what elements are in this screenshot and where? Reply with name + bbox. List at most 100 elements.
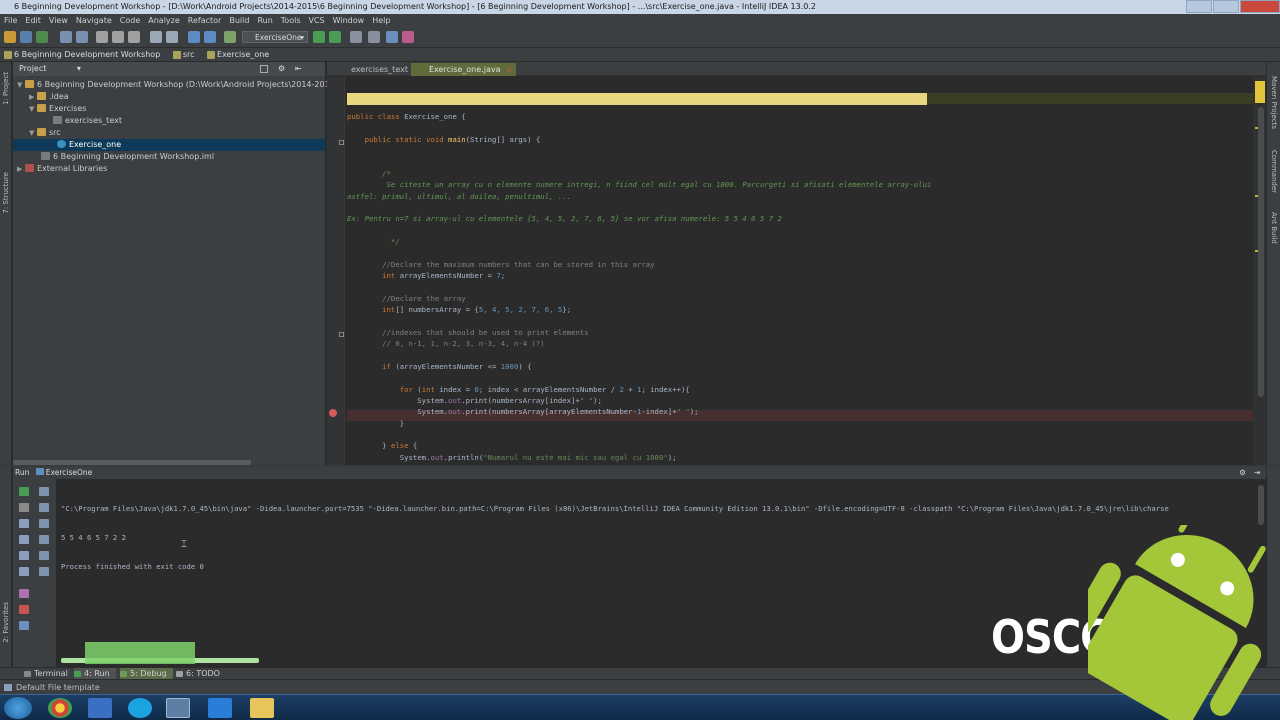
tree-item-iml[interactable]: 6 Beginning Development Workshop.iml xyxy=(13,151,325,163)
hide-panel-icon[interactable]: ⇥ xyxy=(1254,467,1260,479)
tab-exercise-one[interactable]: Exercise_one.java × xyxy=(411,63,517,76)
close-icon[interactable]: × xyxy=(506,63,513,76)
tool-commander[interactable]: Commander xyxy=(1270,150,1278,193)
exit-icon[interactable] xyxy=(19,551,29,560)
gear-icon[interactable]: ⚙ xyxy=(1239,467,1246,479)
project-structure-icon[interactable] xyxy=(368,31,380,43)
rerun-icon[interactable] xyxy=(19,487,29,496)
scroll-down-icon[interactable] xyxy=(39,503,49,512)
code-token: ) { xyxy=(518,362,532,371)
editor-gutter[interactable] xyxy=(327,77,345,465)
dump-threads-icon[interactable] xyxy=(19,535,29,544)
breadcrumb-file[interactable]: Exercise_one xyxy=(203,48,275,62)
code-token: ); xyxy=(689,407,699,416)
tree-item-src[interactable]: ▼ src xyxy=(13,127,325,139)
replace-icon[interactable] xyxy=(166,31,178,43)
menu-vcs[interactable]: VCS xyxy=(309,14,325,27)
save-icon[interactable] xyxy=(20,31,32,43)
menu-file[interactable]: File xyxy=(4,14,17,27)
help-icon[interactable] xyxy=(386,31,398,43)
expand-arrow-icon[interactable]: ▼ xyxy=(29,103,37,115)
tree-item-exercises[interactable]: ▼ Exercises xyxy=(13,103,325,115)
breakpoint-icon[interactable] xyxy=(329,409,337,417)
pin-icon[interactable] xyxy=(19,589,29,598)
maximize-button[interactable] xyxy=(1213,0,1239,13)
copy-icon[interactable] xyxy=(112,31,124,43)
run-icon[interactable] xyxy=(313,31,325,43)
open-folder-icon[interactable] xyxy=(4,31,16,43)
soft-wrap-icon[interactable] xyxy=(39,519,49,528)
back-icon[interactable] xyxy=(188,31,200,43)
app-icon[interactable] xyxy=(88,698,112,718)
tool-project[interactable]: 1: Project xyxy=(2,72,10,105)
menu-run[interactable]: Run xyxy=(257,14,272,27)
tree-item-exercise-one[interactable]: Exercise_one xyxy=(13,139,325,151)
chevron-down-icon[interactable]: ▾ xyxy=(77,64,81,73)
console-vertical-scrollbar[interactable] xyxy=(1258,485,1264,525)
breadcrumb-src[interactable]: src xyxy=(169,48,201,62)
collapse-all-icon[interactable] xyxy=(260,65,268,73)
tool-favorites[interactable]: 2: Favorites xyxy=(2,602,10,643)
explorer-folder-icon[interactable] xyxy=(250,698,274,718)
menu-build[interactable]: Build xyxy=(229,14,249,27)
code-area[interactable]: public class Exercise_one { public stati… xyxy=(347,77,1253,465)
tree-item-project-root[interactable]: ▼ 6 Beginning Development Workshop (D:\Wo… xyxy=(13,79,373,91)
stop-icon[interactable] xyxy=(19,503,29,512)
find-icon[interactable] xyxy=(150,31,162,43)
menu-edit[interactable]: Edit xyxy=(25,14,41,27)
help-icon[interactable] xyxy=(19,621,29,630)
fold-icon[interactable] xyxy=(339,332,344,337)
start-button-icon[interactable] xyxy=(4,697,32,719)
editor-vertical-scrollbar[interactable] xyxy=(1253,77,1266,465)
plugin-icon[interactable] xyxy=(402,31,414,43)
debug-icon[interactable] xyxy=(329,31,341,43)
clear-all-icon[interactable] xyxy=(39,567,49,576)
make-project-icon[interactable] xyxy=(224,31,236,43)
menu-analyze[interactable]: Analyze xyxy=(148,14,180,27)
menu-refactor[interactable]: Refactor xyxy=(188,14,222,27)
close-button[interactable] xyxy=(1240,0,1280,13)
paste-icon[interactable] xyxy=(128,31,140,43)
fold-icon[interactable] xyxy=(339,140,344,145)
tool-structure[interactable]: 7: Structure xyxy=(2,172,10,214)
menu-code[interactable]: Code xyxy=(120,14,140,27)
menu-window[interactable]: Window xyxy=(333,14,365,27)
print-icon[interactable] xyxy=(39,551,49,560)
run-config-tab[interactable]: ExerciseOne xyxy=(46,468,92,477)
restore-layout-icon[interactable] xyxy=(19,567,29,576)
tree-item-idea[interactable]: ▶ .idea xyxy=(13,91,325,103)
pause-icon[interactable] xyxy=(19,519,29,528)
menu-navigate[interactable]: Navigate xyxy=(76,14,112,27)
redo-icon[interactable] xyxy=(76,31,88,43)
chrome-icon[interactable] xyxy=(48,698,72,718)
tool-ant-build[interactable]: Ant Build xyxy=(1270,212,1278,244)
file-commander-icon[interactable] xyxy=(208,698,232,718)
settings-icon[interactable] xyxy=(350,31,362,43)
expand-arrow-icon[interactable]: ▶ xyxy=(29,91,37,103)
project-view-select[interactable]: Project xyxy=(19,64,46,73)
forward-icon[interactable] xyxy=(204,31,216,43)
tree-item-exercises-text[interactable]: exercises_text xyxy=(13,115,325,127)
tree-item-external-libraries[interactable]: ▶ External Libraries xyxy=(13,163,325,175)
tool-maven-projects[interactable]: Maven Projects xyxy=(1270,76,1278,129)
expand-arrow-icon[interactable]: ▼ xyxy=(29,127,37,139)
menu-tools[interactable]: Tools xyxy=(281,14,301,27)
expand-arrow-icon[interactable]: ▶ xyxy=(17,163,25,175)
scroll-thumb[interactable] xyxy=(1258,107,1264,397)
breadcrumb-project[interactable]: 6 Beginning Development Workshop xyxy=(0,48,166,62)
sync-icon[interactable] xyxy=(36,31,48,43)
scroll-to-end-icon[interactable] xyxy=(39,535,49,544)
gear-icon[interactable]: ⚙ xyxy=(278,62,285,76)
menu-help[interactable]: Help xyxy=(372,14,390,27)
menu-view[interactable]: View xyxy=(49,14,68,27)
intellij-idea-icon[interactable] xyxy=(166,698,190,718)
hide-panel-icon[interactable]: ⇤ xyxy=(295,62,302,76)
run-config-select[interactable]: ExerciseOne ▾ xyxy=(242,31,308,43)
undo-icon[interactable] xyxy=(60,31,72,43)
close-run-icon[interactable] xyxy=(19,605,29,614)
cut-icon[interactable] xyxy=(96,31,108,43)
expand-arrow-icon[interactable]: ▼ xyxy=(17,79,25,91)
scroll-up-icon[interactable] xyxy=(39,487,49,496)
minimize-button[interactable] xyxy=(1186,0,1212,13)
skype-icon[interactable] xyxy=(128,698,152,718)
